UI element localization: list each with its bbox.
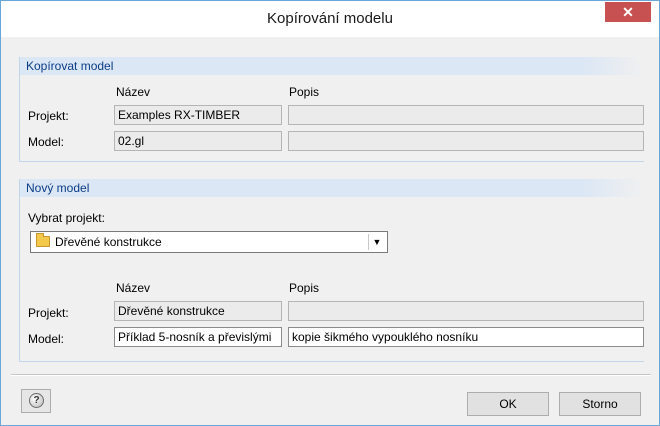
folder-icon [36, 233, 50, 247]
copy-model-group: Kopírovat model Název Popis Projekt: Exa… [19, 57, 644, 162]
new-model-group: Nový model Vybrat projekt: Dřevěné konst… [19, 179, 644, 362]
copy-model-name-field: 02.gl [114, 131, 282, 151]
copy-project-label: Projekt: [28, 109, 69, 123]
new-project-label: Projekt: [28, 306, 69, 320]
new-model-name-input[interactable]: Příklad 5-nosník a převislými [114, 327, 282, 347]
help-icon: ? [29, 393, 44, 408]
new-project-desc-field [288, 301, 644, 321]
cancel-button[interactable]: Storno [559, 392, 641, 416]
copy-project-name-field: Examples RX-TIMBER [114, 105, 282, 125]
project-select[interactable]: Dřevěné konstrukce ▼ [30, 231, 388, 253]
footer-separator [11, 374, 651, 376]
copy-model-desc-field [288, 131, 644, 151]
copy-desc-column-header: Popis [289, 85, 320, 99]
new-name-column-header: Název [116, 281, 151, 295]
dialog-window: Kopírování modelu ✕ Kopírovat model Náze… [0, 0, 660, 426]
copy-project-desc-field [288, 105, 644, 125]
title-bar: Kopírování modelu ✕ [1, 1, 659, 37]
copy-model-heading: Kopírovat model [20, 57, 644, 75]
close-button[interactable]: ✕ [605, 2, 651, 22]
close-icon: ✕ [622, 4, 634, 20]
new-desc-column-header: Popis [289, 281, 320, 295]
select-project-label: Vybrat projekt: [28, 211, 105, 225]
copy-name-column-header: Název [116, 85, 151, 99]
copy-model-label: Model: [28, 135, 65, 149]
help-button[interactable]: ? [21, 389, 51, 413]
ok-button[interactable]: OK [467, 392, 549, 416]
new-model-desc-input[interactable]: kopie šikmého vypouklého nosníku [288, 327, 644, 347]
new-project-name-field: Dřevěné konstrukce [114, 301, 282, 321]
new-model-heading: Nový model [20, 179, 644, 197]
dropdown-arrow-icon[interactable]: ▼ [368, 234, 385, 250]
new-model-label: Model: [28, 332, 65, 346]
selected-project-text: Dřevěné konstrukce [55, 235, 162, 249]
dialog-title: Kopírování modelu [267, 10, 393, 27]
